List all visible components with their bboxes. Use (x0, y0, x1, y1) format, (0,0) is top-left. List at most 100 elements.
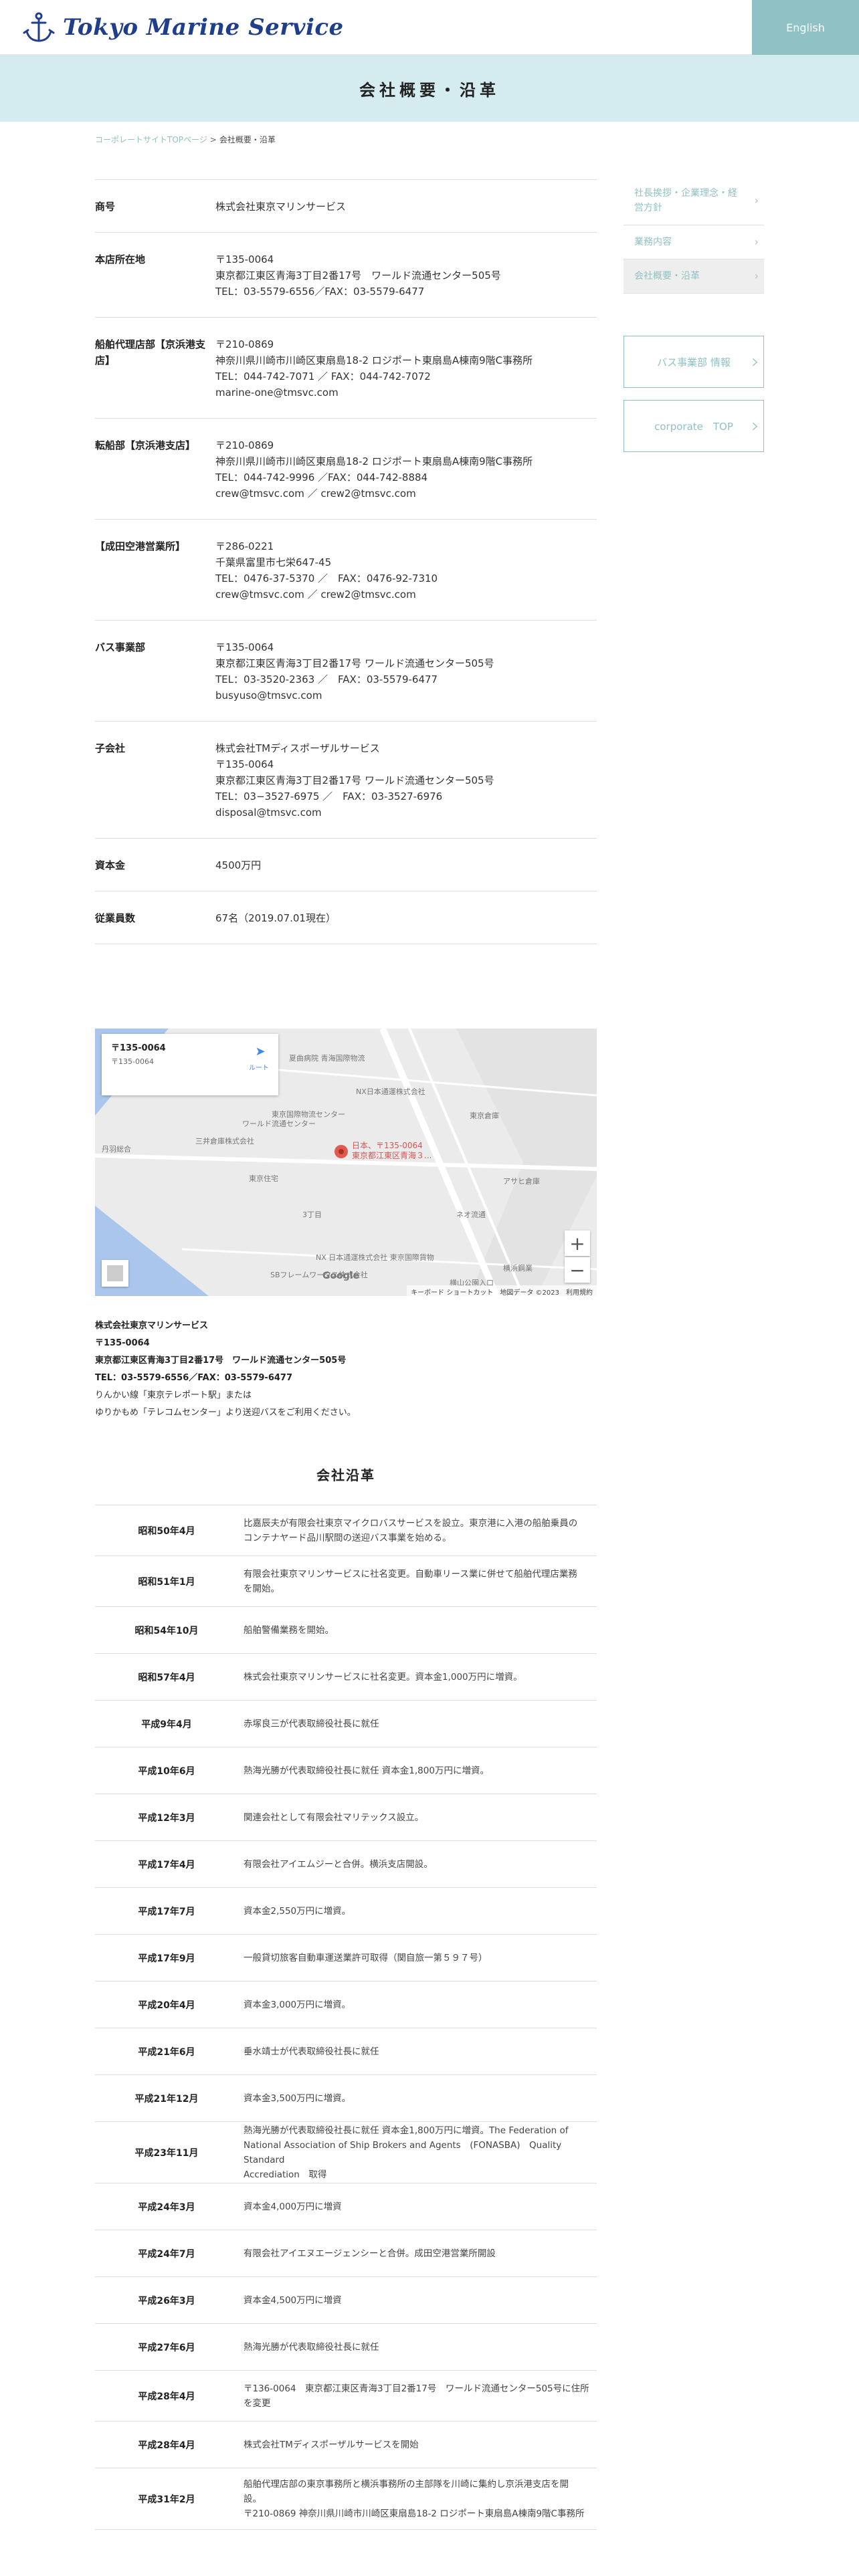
map-poi-label: ネオ流通 (456, 1210, 486, 1219)
profile-key: 商号 (95, 201, 116, 213)
anchor-icon (23, 12, 55, 42)
profile-value-line: marine-one@tmsvc.com (215, 387, 339, 399)
profile-value: 67名（2019.07.01現在） (215, 910, 597, 926)
pegman-icon (107, 1265, 123, 1281)
profile-key: バス事業部 (95, 641, 146, 653)
history-text: 比嘉辰夫が有限会社東京マイクロバスサービスを設立。東京港に入港の船舶乗員の コンテ… (238, 1516, 597, 1545)
profile-value-line: TEL：03−3527-6975 ／ FAX：03-3527-6976 (215, 790, 443, 802)
history-row: 平成23年11月 熱海光勝が代表取締役社長に就任 資本金1,800万円に増資。Th… (95, 2122, 597, 2183)
sidebar-menu: 社長挨拶・企業理念・経営方針 › 業務内容 › 会社概要・沿革 › (624, 177, 764, 294)
bus-division-button[interactable]: バス事業部 情報 › (624, 336, 764, 388)
profile-key: 【成田空港営業所】 (95, 540, 186, 552)
profile-value-line: 神奈川県川崎市川崎区東扇島18-2 ロジポート東扇島A棟南9階C事務所 (215, 455, 533, 467)
profile-value-line: 〒286-0221 (215, 540, 274, 552)
logo-text: Tokyo Marine Service (63, 14, 344, 41)
history-date: 平成26年3月 (138, 2295, 195, 2306)
history-date: 平成17年7月 (138, 1906, 195, 1917)
history-row: 平成21年12月 資本金3,500万円に増資。 (95, 2075, 597, 2122)
history-row: 昭和51年1月 有限会社東京マリンサービスに社名変更。自動車リース業に併せて船舶代… (95, 1556, 597, 1607)
history-date: 平成23年11月 (134, 2147, 199, 2159)
history-row: 平成17年4月 有限会社アイエムジーと合併。横浜支店開設。 (95, 1841, 597, 1888)
history-text: 資本金4,000万円に増資 (238, 2199, 597, 2214)
history-date: 平成31年2月 (138, 2494, 195, 2505)
sidebar-item[interactable]: 社長挨拶・企業理念・経営方針 › (624, 177, 764, 225)
map-footer[interactable]: キーボード ショートカット 地図データ ©2023 利用規約 (407, 1285, 597, 1296)
history-text: 船舶警備業務を開始。 (238, 1623, 597, 1638)
history-text: 有限会社アイエムジーと合併。横浜支店開設。 (238, 1857, 597, 1872)
logo[interactable]: Tokyo Marine Service (21, 9, 344, 45)
profile-key: 本店所在地 (95, 253, 146, 265)
history-row: 平成27年6月 熱海光勝が代表取締役社長に就任 (95, 2324, 597, 2371)
profile-row: 商号 株式会社東京マリンサービス (95, 180, 597, 233)
map-card-subtitle: 〒135-0064 (111, 1057, 154, 1066)
chevron-right-icon: › (754, 194, 759, 207)
profile-value-line: TEL：03-3520-2363 ／ FAX：03-5579-6477 (215, 673, 438, 685)
profile-value-line: 〒210-0869 (215, 338, 274, 350)
street-view-button[interactable] (102, 1260, 128, 1287)
directions-icon[interactable]: ➤ (253, 1045, 268, 1059)
map-poi-label: 東京国際物流センター (272, 1110, 345, 1119)
history-date: 平成24年7月 (138, 2248, 195, 2260)
history-date: 平成24年3月 (138, 2202, 195, 2213)
profile-value-line: TEL：0476-37-5370 ／ FAX：0476-92-7310 (215, 572, 438, 584)
address-company: 株式会社東京マリンサービス (95, 1321, 209, 1331)
history-date: 平成28年4月 (138, 2391, 195, 2402)
chevron-right-icon: › (754, 270, 759, 282)
history-text-line: コンテナヤード品川駅間の送迎バス事業を始める。 (244, 1532, 452, 1543)
history-date: 平成21年6月 (138, 2046, 195, 2058)
map-pin-label-line: 東京都江東区青海３... (352, 1151, 432, 1160)
history-row: 平成17年9月 一般貸切旅客自動車運送業許可取得（関自旅一第５９７号） (95, 1935, 597, 1981)
map-pin-label-line: 日本、〒135-0064 (352, 1141, 423, 1150)
history-row: 平成28年4月 株式会社TMディスポーザルサービスを開始 (95, 2422, 597, 2468)
profile-row: 子会社 株式会社TMディスポーザルサービス 〒135-0064 東京都江東区青海3丁目… (95, 722, 597, 839)
page-title-band: 会社概要・沿革 (0, 55, 859, 122)
history-date: 昭和54年10月 (134, 1625, 199, 1636)
breadcrumb-separator: > (209, 135, 217, 144)
page-title: 会社概要・沿革 (359, 80, 500, 100)
history-text: 有限会社アイエヌエージェンシーと合併。成田空港営業所開設 (238, 2246, 597, 2261)
history-date: 平成27年6月 (138, 2342, 195, 2353)
history-text: 〒136-0064 東京都江東区青海3丁目2番17号 ワールド流通センター505… (238, 2381, 597, 2411)
zoom-out-button[interactable]: − (565, 1257, 590, 1283)
english-button[interactable]: English (752, 0, 859, 55)
profile-key: 転船部【京浜港支店】 (95, 439, 196, 451)
address-tel: TEL：03-5579-6556／FAX：03-5579-6477 (95, 1373, 292, 1383)
profile-value-line: 千葉県富里市七栄647-45 (215, 556, 332, 568)
history-text-line: を開始。 (244, 1583, 280, 1594)
history-text-line: 〒210-0869 神奈川県川崎市川崎区東扇島18-2 ロジポート東扇島A棟南9… (244, 2508, 585, 2519)
sidebar-item[interactable]: 業務内容 › (624, 225, 764, 259)
profile-value-line: crew@tmsvc.com ／ crew2@tmsvc.com (215, 488, 416, 500)
map-pin-label: 日本、〒135-0064 東京都江東区青海３... (352, 1141, 432, 1161)
corporate-top-label: corporate TOP (654, 420, 733, 433)
profile-value-line: disposal@tmsvc.com (215, 807, 322, 819)
history-date: 平成10年6月 (138, 1765, 195, 1777)
zoom-in-button[interactable]: + (565, 1230, 590, 1256)
profile-value-line: TEL：044-742-7071 ／ FAX：044-742-7072 (215, 370, 431, 383)
history-text: 赤塚良三が代表取締役社長に就任 (238, 1717, 597, 1731)
google-map[interactable]: 夏曲病院 青海国際物流 NX日本通運株式会社 ワールド流通センター 東京国際物流… (95, 1029, 597, 1296)
chevron-right-icon: › (751, 350, 759, 374)
map-poi-label: 丹羽総合 (102, 1145, 131, 1154)
profile-row: 【成田空港営業所】 〒286-0221 千葉県富里市七栄647-45 TEL：0476… (95, 520, 597, 621)
history-text-line: 比嘉辰夫が有限会社東京マイクロバスサービスを設立。東京港に入港の船舶乗員の (244, 1517, 578, 1529)
history-text-line: 熱海光勝が代表取締役社長に就任 資本金1,800万円に増資。 (244, 1765, 489, 1776)
history-text-line: 熱海光勝が代表取締役社長に就任 (244, 2341, 379, 2353)
breadcrumb-home-link[interactable]: コーポレートサイトTOPページ (95, 135, 207, 144)
profile-value-line: 東京都江東区青海3丁目2番17号 ワールド流通センター505号 (215, 270, 501, 282)
map-poi-label: NX 日本通運株式会社 東京国際貨物 (316, 1253, 434, 1262)
map-card-title: 〒135-0064 (111, 1043, 166, 1053)
breadcrumb-current: 会社概要・沿革 (219, 135, 276, 144)
history-row: 平成20年4月 資本金3,000万円に増資。 (95, 1981, 597, 2028)
profile-value-line: 東京都江東区青海3丁目2番17号 ワールド流通センター505号 (215, 657, 494, 669)
map-poi-label: 三井倉庫株式会社 (195, 1137, 254, 1146)
corporate-top-button[interactable]: corporate TOP › (624, 400, 764, 452)
profile-key: 子会社 (95, 742, 126, 754)
sidebar-item[interactable]: 会社概要・沿革 › (624, 259, 764, 294)
history-text-line: 資本金4,500万円に増資 (244, 2294, 342, 2306)
profile-key: 従業員数 (95, 912, 136, 924)
directions-label[interactable]: ルート (249, 1062, 269, 1072)
history-text-line: 垂水靖士が代表取締役社長に就任 (244, 2046, 379, 2057)
history-row: 平成26年3月 資本金4,500万円に増資 (95, 2277, 597, 2324)
profile-value-line: crew@tmsvc.com ／ crew2@tmsvc.com (215, 588, 416, 601)
history-text-line: 関連会社として有限会社マリテックス設立。 (244, 1812, 424, 1823)
